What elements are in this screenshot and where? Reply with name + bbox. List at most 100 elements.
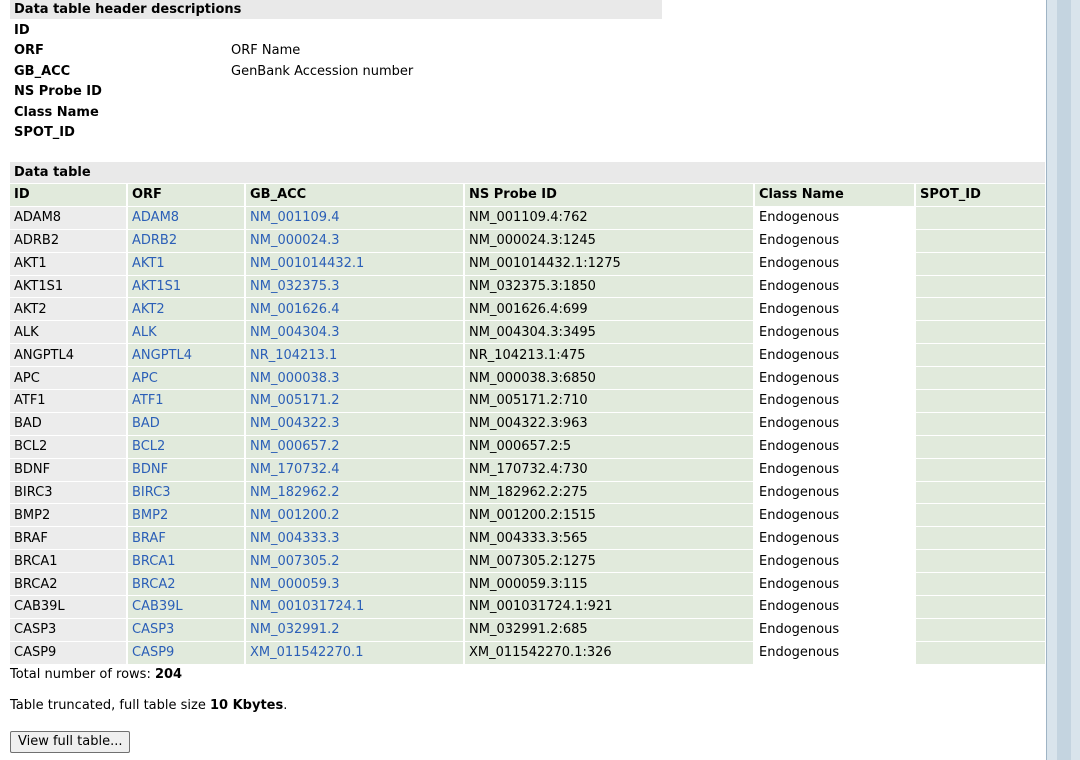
cell-gb-acc-link[interactable]: XM_011542270.1 (250, 645, 363, 660)
cell-id: ADAM8 (10, 206, 127, 230)
cell-gb-acc-link[interactable]: NM_000038.3 (250, 371, 339, 386)
full-table-size: 10 Kbytes (209, 698, 284, 713)
cell-gb-acc: NM_004322.3 (244, 412, 464, 436)
cell-spot-id (914, 618, 1045, 642)
cell-gb-acc: NM_001031724.1 (244, 595, 464, 619)
table-row: ATF1 ATF1 NM_005171.2 NM_005171.2:710 Endoge… (10, 389, 1045, 413)
cell-gb-acc-link[interactable]: NM_032375.3 (250, 279, 339, 294)
cell-spot-id (914, 206, 1045, 230)
cell-orf-link[interactable]: ATF1 (132, 393, 164, 408)
cell-gb-acc-link[interactable]: NM_001109.4 (250, 210, 339, 225)
cell-spot-id (914, 275, 1045, 298)
left-margin (0, 0, 6, 760)
cell-orf-link[interactable]: BRCA2 (132, 577, 176, 592)
cell-id: ALK (10, 320, 127, 344)
cell-gb-acc-link[interactable]: NM_000657.2 (250, 439, 339, 454)
view-full-table-button[interactable]: View full table... (10, 731, 131, 753)
cell-ns-probe-id: NM_004322.3:963 (463, 412, 754, 436)
col-header-class-name: Class Name (753, 183, 915, 207)
cell-orf-link[interactable]: BRCA1 (132, 554, 176, 569)
scroll-track[interactable] (1057, 0, 1071, 760)
cell-orf-link[interactable]: BIRC3 (132, 485, 171, 500)
cell-gb-acc-link[interactable]: NM_004304.3 (250, 325, 339, 340)
cell-spot-id (914, 366, 1045, 390)
cell-orf-link[interactable]: CASP9 (132, 645, 174, 660)
desc-value: ORF Name (231, 43, 301, 58)
cell-gb-acc-link[interactable]: NM_170732.4 (250, 462, 339, 477)
table-row: BRCA2 BRCA2 NM_000059.3 NM_000059.3:115 Endo… (10, 572, 1045, 596)
cell-orf-link[interactable]: AKT2 (132, 302, 165, 317)
cell-orf-link[interactable]: CASP3 (132, 622, 174, 637)
cell-orf-link[interactable]: AKT1S1 (132, 279, 181, 294)
cell-spot-id (914, 572, 1045, 596)
cell-spot-id (914, 435, 1045, 459)
cell-orf: BCL2 (126, 435, 245, 459)
total-rows-value: 204 (154, 667, 183, 682)
table-header-row: ID ORF GB_ACC NS Probe ID Class Name SPO… (10, 183, 1045, 207)
desc-key: ORF (14, 43, 44, 58)
data-table: ID ORF GB_ACC NS Probe ID Class Name SPO… (10, 183, 1045, 664)
cell-class-name: Endogenous (753, 297, 915, 321)
cell-gb-acc: NM_000024.3 (244, 229, 464, 253)
cell-orf-link[interactable]: BDNF (132, 462, 168, 477)
cell-orf: AKT2 (126, 297, 245, 321)
cell-gb-acc-link[interactable]: NM_004333.3 (250, 531, 339, 546)
cell-id: BMP2 (10, 503, 127, 527)
cell-orf: BMP2 (126, 503, 245, 527)
cell-gb-acc-link[interactable]: NM_182962.2 (250, 485, 339, 500)
cell-ns-probe-id: NM_005171.2:710 (463, 389, 754, 413)
cell-orf-link[interactable]: ADRB2 (132, 233, 177, 248)
cell-orf-link[interactable]: BMP2 (132, 508, 168, 523)
cell-gb-acc-link[interactable]: NM_000024.3 (250, 233, 339, 248)
cell-orf-link[interactable]: BRAF (132, 531, 166, 546)
table-row: AKT1S1 AKT1S1 NM_032375.3 NM_032375.3:1850 E… (10, 275, 1045, 298)
cell-orf-link[interactable]: BCL2 (132, 439, 165, 454)
table-row: ALK ALK NM_004304.3 NM_004304.3:3495 Endogen… (10, 320, 1045, 344)
cell-class-name: Endogenous (753, 320, 915, 344)
cell-gb-acc-link[interactable]: NM_005171.2 (250, 393, 339, 408)
cell-orf-link[interactable]: ADAM8 (132, 210, 179, 225)
cell-orf-link[interactable]: ALK (132, 325, 157, 340)
cell-gb-acc-link[interactable]: NM_007305.2 (250, 554, 339, 569)
cell-id: AKT1S1 (10, 275, 127, 298)
cell-id: BRCA1 (10, 549, 127, 573)
cell-spot-id (914, 503, 1045, 527)
table-row: AKT1 AKT1 NM_001014432.1 NM_001014432.1:127… (10, 252, 1045, 276)
cell-spot-id (914, 549, 1045, 573)
cell-gb-acc-link[interactable]: NR_104213.1 (250, 348, 337, 363)
cell-orf-link[interactable]: AKT1 (132, 256, 165, 271)
right-scroll-panel[interactable] (1046, 0, 1080, 760)
desc-key: SPOT_ID (14, 125, 75, 140)
cell-class-name: Endogenous (753, 481, 915, 504)
cell-id: BCL2 (10, 435, 127, 459)
cell-class-name: Endogenous (753, 618, 915, 642)
table-row: BAD BAD NM_004322.3 NM_004322.3:963 Endogeno… (10, 412, 1045, 436)
cell-class-name: Endogenous (753, 275, 915, 298)
cell-gb-acc-link[interactable]: NM_001031724.1 (250, 599, 364, 614)
cell-gb-acc-link[interactable]: NM_001200.2 (250, 508, 339, 523)
cell-ns-probe-id: NM_000038.3:6850 (463, 366, 754, 390)
col-header-ns-probe-id: NS Probe ID (463, 183, 754, 207)
cell-orf-link[interactable]: APC (132, 371, 158, 386)
cell-ns-probe-id: NM_001014432.1:1275 (463, 252, 754, 276)
cell-orf-link[interactable]: ANGPTL4 (132, 348, 192, 363)
cell-class-name: Endogenous (753, 595, 915, 619)
cell-id: ATF1 (10, 389, 127, 413)
cell-gb-acc-link[interactable]: NM_001626.4 (250, 302, 339, 317)
cell-gb-acc-link[interactable]: NM_000059.3 (250, 577, 339, 592)
cell-orf: CASP3 (126, 618, 245, 642)
table-row: BRAF BRAF NM_004333.3 NM_004333.3:565 Endoge… (10, 526, 1045, 550)
cell-orf-link[interactable]: BAD (132, 416, 160, 431)
cell-orf: ATF1 (126, 389, 245, 413)
cell-gb-acc-link[interactable]: NM_004322.3 (250, 416, 339, 431)
cell-gb-acc: XM_011542270.1 (244, 641, 464, 664)
cell-gb-acc-link[interactable]: NM_032991.2 (250, 622, 339, 637)
cell-orf: BRCA2 (126, 572, 245, 596)
cell-orf-link[interactable]: CAB39L (132, 599, 183, 614)
cell-spot-id (914, 297, 1045, 321)
table-row: AKT2 AKT2 NM_001626.4 NM_001626.4:699 Endoge… (10, 297, 1045, 321)
cell-gb-acc: NM_004304.3 (244, 320, 464, 344)
desc-key: GB_ACC (14, 64, 71, 79)
cell-gb-acc-link[interactable]: NM_001014432.1 (250, 256, 364, 271)
cell-orf: BIRC3 (126, 481, 245, 504)
